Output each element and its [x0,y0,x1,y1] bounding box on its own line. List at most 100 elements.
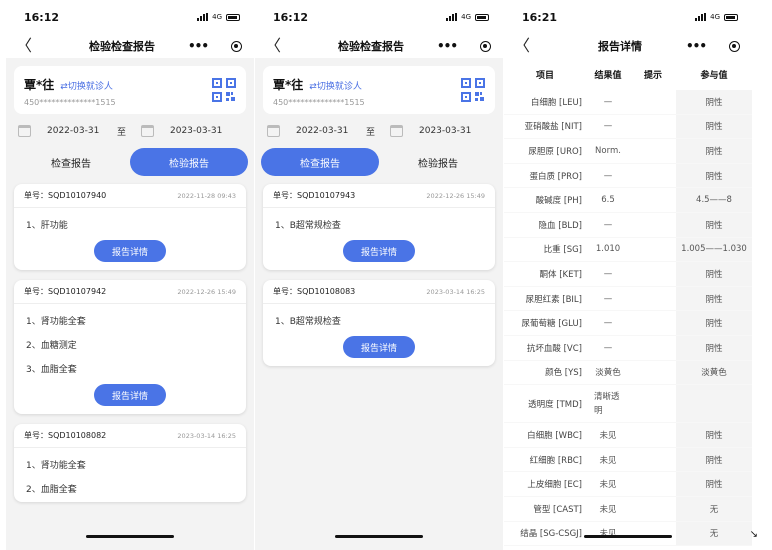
network-label: 4G [710,13,720,21]
table-row: 亚硝酸盐 [NIT] — 阴性 [504,114,752,140]
more-icon[interactable]: ••• [686,39,707,53]
battery-icon [226,13,240,21]
patient-card: 覃*往 ⇄切换就诊人 450**************1515 [263,66,495,114]
report-tabs: 检查报告 检验报告 [12,148,248,176]
table-row: 酮体 [KET] — 阴性 [504,262,752,287]
network-label: 4G [212,13,222,21]
calendar-icon[interactable] [18,125,31,137]
status-time: 16:12 [273,10,309,24]
report-card: 单号：SQD10107942 2022-12-26 15:49 1、肾功能全套 2… [14,280,246,414]
tab-exam-report[interactable]: 检查报告 [261,148,379,176]
status-bar: 16:12 4G [255,0,503,34]
table-row: 颜色 [YS] 淡黄色 淡黄色 [504,360,752,386]
report-card: 单号：SQD10108083 2023-03-14 16:25 1、B超常规检查 … [263,280,495,366]
order-number: 单号：SQD10107940 [24,191,107,200]
report-detail-button[interactable]: 报告详情 [94,240,166,262]
report-item: 3、血脂全套 [26,365,77,375]
mini-program-capsule: ••• [188,39,242,53]
order-date: 2022-12-26 15:49 [177,287,236,296]
home-indicator [584,535,672,538]
table-row: 上皮细胞 [EC] 未见 阴性 [504,472,752,497]
report-detail-button[interactable]: 报告详情 [343,336,415,358]
switch-patient-link[interactable]: ⇄切换就诊人 [309,82,362,92]
mini-program-capsule: ••• [437,39,491,53]
tab-lab-report[interactable]: 检验报告 [130,148,248,176]
order-number: 单号：SQD10107942 [24,287,107,296]
header-result: 结果值 [594,70,622,81]
signal-icon [695,13,707,21]
order-number: 单号：SQD10108082 [24,431,107,440]
order-number: 单号：SQD10108083 [273,287,356,296]
report-detail-button[interactable]: 报告详情 [94,384,166,406]
report-card: 单号：SQD10107943 2022-12-26 15:49 1、B超常规检查 … [263,184,495,270]
phone-lab-report-list: 16:12 4G 〈 检验检查报告 ••• 覃*往 ⇄切换就诊人 450*****… [6,0,254,550]
tab-exam-report[interactable]: 检查报告 [12,148,130,176]
order-date: 2022-11-28 09:43 [177,191,236,200]
screenshot-collage: 16:12 4G 〈 检验检查报告 ••• 覃*往 ⇄切换就诊人 450*****… [0,0,772,550]
battery-icon [475,13,489,21]
table-row: 红细胞 [RBC] 未见 阴性 [504,447,752,473]
close-target-icon[interactable] [480,40,491,52]
calendar-icon[interactable] [141,125,154,137]
close-target-icon[interactable] [231,40,242,52]
table-row: 抗坏血酸 [VC] — 阴性 [504,335,752,361]
back-icon[interactable]: 〈 [265,38,305,54]
patient-name: 覃*往 [24,78,55,92]
calendar-icon[interactable] [390,125,403,137]
table-row: 隐血 [BLD] — 阴性 [504,212,752,238]
status-bar: 16:12 4G [6,0,254,34]
start-date[interactable]: 2022-03-31 [296,126,366,136]
end-date[interactable]: 2023-03-31 [419,126,489,136]
date-separator: 至 [117,127,127,138]
qr-code-icon[interactable] [461,78,485,102]
order-date: 2023-03-14 16:25 [426,287,485,296]
table-row: 蛋白质 [PRO] — 阴性 [504,163,752,189]
order-date: 2022-12-26 15:49 [426,191,485,200]
header-reference: 参与值 [676,58,752,90]
report-detail-button[interactable]: 报告详情 [343,240,415,262]
close-target-icon[interactable] [729,40,740,52]
patient-id: 450**************1515 [273,98,365,107]
calendar-icon[interactable] [267,125,280,137]
date-range: 2022-03-31 至 2023-03-31 [263,114,495,148]
table-row: 管型 [CAST] 未见无 [504,496,752,522]
report-list: 单号：SQD10107943 2022-12-26 15:49 1、B超常规检查 … [255,176,503,366]
home-indicator [335,535,423,538]
more-icon[interactable]: ••• [188,39,209,53]
report-item: 2、血糖测定 [26,341,77,351]
tab-lab-report[interactable]: 检验报告 [379,148,497,176]
battery-icon [724,13,738,21]
signal-icon [197,13,209,21]
status-time: 16:21 [522,10,558,24]
header-hint: 提示 [643,70,662,81]
report-card: 单号：SQD10108082 2023-03-14 16:25 1、肾功能全套 2… [14,424,246,502]
home-indicator [86,535,174,538]
header-item: 项目 [535,70,554,81]
report-tabs: 检查报告 检验报告 [261,148,497,176]
result-table-header: 项目 结果值 提示 参与值 [504,58,752,90]
nav-bar: 〈 报告详情 ••• [504,34,752,58]
back-icon[interactable]: 〈 [514,38,554,54]
patient-card: 覃*往 ⇄切换就诊人 450**************1515 [14,66,246,114]
status-bar: 16:21 4G [504,0,752,34]
table-row: 尿葡萄糖 [GLU] — 阴性 [504,311,752,336]
report-item: 2、血脂全套 [26,485,77,495]
mini-program-capsule: ••• [686,39,740,53]
end-date[interactable]: 2023-03-31 [170,126,240,136]
corner-mark: ↘ [749,529,758,540]
signal-icon [446,13,458,21]
report-item: 1、肾功能全套 [26,461,86,471]
report-card: 单号：SQD10107940 2022-11-28 09:43 1、肝功能 报告详… [14,184,246,270]
switch-patient-link[interactable]: ⇄切换就诊人 [60,82,113,92]
back-icon[interactable]: 〈 [16,38,56,54]
qr-code-icon[interactable] [212,78,236,102]
report-item: 1、B超常规检查 [275,221,341,231]
report-item: 1、B超常规检查 [275,317,341,327]
page-title: 报告详情 [598,40,642,53]
order-number: 单号：SQD10107943 [273,191,356,200]
phone-exam-report-list: 16:12 4G 〈 检验检查报告 ••• 覃*往 ⇄切换就诊人 450*****… [255,0,503,550]
order-date: 2023-03-14 16:25 [177,431,236,440]
report-item: 1、肾功能全套 [26,317,86,327]
more-icon[interactable]: ••• [437,39,458,53]
start-date[interactable]: 2022-03-31 [47,126,117,136]
